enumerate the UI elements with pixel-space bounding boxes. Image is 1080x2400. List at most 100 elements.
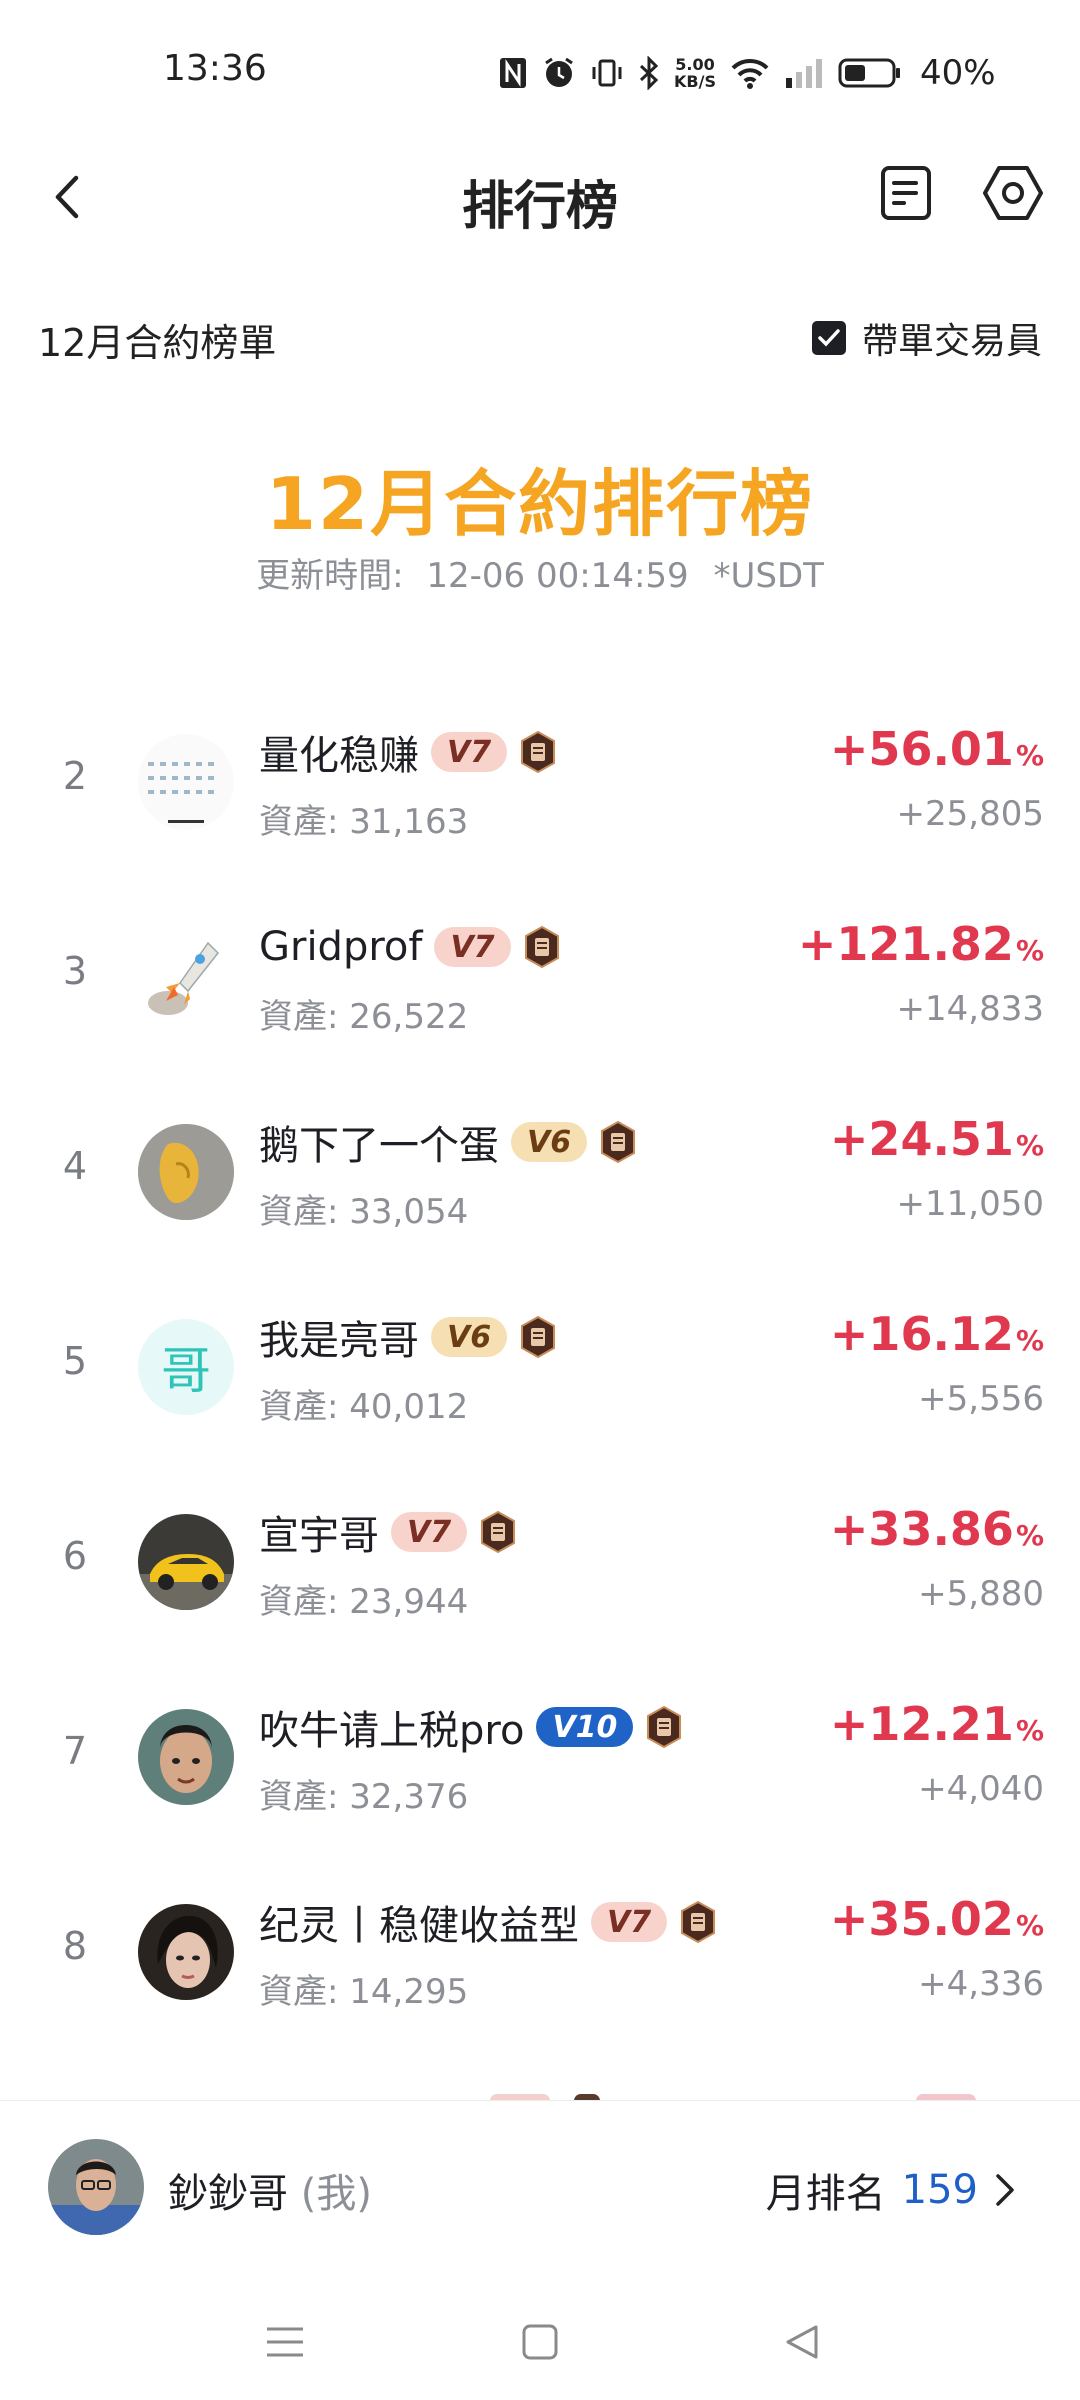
assets-value: 資產: 32,376 [259,1777,469,1817]
update-label: 更新時間: [256,556,404,596]
back-nav-button[interactable] [772,2312,832,2372]
assets-value: 資產: 31,163 [259,802,469,842]
trader-name: 宣宇哥 [259,1513,379,1559]
wifi-icon [730,56,770,90]
update-time-line: 更新時間: 12-06 00:14:59 *USDT [0,548,1080,597]
back-button[interactable] [44,162,90,232]
trader-name-line: 宣宇哥 V7 [259,1504,517,1560]
vip-badge: V7 [391,1512,468,1552]
assets-value: 資產: 26,522 [259,997,469,1037]
system-navigation-bar [0,2290,1080,2400]
trader-medal-icon [599,1120,637,1164]
trader-name-line: 我是亮哥 V6 [259,1309,557,1365]
ranking-row[interactable]: 6 宣宇哥 V7 資產: 23,944 +33.86% +5,880 [0,1464,1080,1659]
rank-number: 5 [62,1339,88,1383]
banner-title: 12月合約排行榜 [265,462,815,546]
trader-medal-icon [679,1900,717,1944]
vip-badge: V7 [434,927,511,967]
profit-value: +25,805 [896,794,1044,834]
profit-value: +4,336 [918,1964,1044,2004]
roi-value: +121.82% [797,917,1044,971]
checkbox-checked-icon[interactable] [811,321,846,355]
ranking-list: 2 量化稳赚 V7 資產: 31,163 +56.01% +25,805 3 G… [0,684,1080,2049]
settings-button[interactable] [980,158,1046,228]
status-bar: 13:36 5.00 KB/S 40% [0,0,1080,140]
bluetooth-icon [638,56,660,90]
trader-medal-icon [479,1510,517,1554]
trader-name: 量化稳赚 [259,733,419,779]
vip-badge: V7 [431,732,508,772]
rank-number: 3 [62,949,88,993]
avatar-initial: 哥 [161,1342,211,1400]
vip-badge: V10 [536,1707,634,1747]
trader-name: 纪灵丨稳健收益型 [259,1903,579,1949]
trader-name-line: Gridprof V7 [259,919,561,975]
my-monthly-rank[interactable]: 月排名 159 [766,2161,1016,2219]
document-icon [881,166,931,220]
avatar [138,1709,234,1805]
status-time: 13:36 [163,48,267,89]
assets-value: 資產: 33,054 [259,1192,469,1232]
vibrate-icon [590,56,624,90]
ranking-row[interactable]: 5 哥 我是亮哥 V6 資產: 40,012 +16.12% +5,556 [0,1269,1080,1464]
trader-name-line: 纪灵丨稳健收益型 V7 [259,1894,717,1950]
board-name: 12月合約榜單 [38,321,277,365]
my-rank-bar[interactable]: 鈔鈔哥 (我) 月排名 159 [0,2100,1080,2273]
roi-value: +35.02% [829,1892,1044,1946]
trader-medal-icon [645,1705,683,1749]
nfc-icon [498,56,528,90]
home-nav-button[interactable] [510,2312,570,2372]
profit-value: +4,040 [918,1769,1044,1809]
signal-icon [784,56,824,90]
profit-value: +5,880 [918,1574,1044,1614]
currency-unit: *USDT [713,556,824,596]
rank-number: 8 [62,1924,88,1968]
settings-icon [983,166,1043,220]
monthly-rank-label: 月排名 [765,2171,886,2217]
assets-value: 資產: 14,295 [259,1972,469,2012]
chevron-left-icon [55,175,79,219]
copy-trader-filter[interactable]: 帶單交易員 [811,312,1042,364]
rank-number: 2 [62,754,88,798]
trader-name: Gridprof [259,924,423,970]
vip-badge: V6 [431,1317,508,1357]
ranking-row[interactable]: 3 Gridprof V7 資產: 26,522 +121.82% +14,83… [0,879,1080,1074]
chevron-right-icon [996,2174,1014,2206]
roi-value: +12.21% [829,1697,1044,1751]
menu-nav-button[interactable] [255,2312,315,2372]
copy-trader-label: 帶單交易員 [861,321,1042,362]
avatar [138,929,234,1025]
ranking-row[interactable]: 8 纪灵丨稳健收益型 V7 資產: 14,295 +35.02% +4,336 [0,1854,1080,2049]
status-icons: 5.00 KB/S 40% [498,50,996,96]
me-tag: (我) [300,2171,372,2217]
rank-number: 6 [62,1534,88,1578]
assets-value: 資產: 23,944 [259,1582,469,1622]
back-triangle-icon [786,2325,818,2359]
roi-value: +33.86% [829,1502,1044,1556]
my-name: 鈔鈔哥 (我) [168,2161,372,2219]
net-speed: 5.00 KB/S [674,55,716,91]
trader-name: 我是亮哥 [259,1318,419,1364]
rules-button[interactable] [876,158,936,228]
avatar: 哥 [138,1319,234,1415]
alarm-icon [542,56,576,90]
roi-value: +16.12% [829,1307,1044,1361]
trader-medal-icon [523,925,561,969]
monthly-rank-value: 159 [901,2167,978,2213]
ranking-row[interactable]: 2 量化稳赚 V7 資產: 31,163 +56.01% +25,805 [0,684,1080,879]
profit-value: +11,050 [896,1184,1044,1224]
home-square-icon [522,2324,558,2360]
vip-badge: V6 [511,1122,588,1162]
avatar [138,1904,234,2000]
vip-badge: V7 [591,1902,668,1942]
ranking-row[interactable]: 7 吹牛请上税pro V10 資產: 32,376 +12.21% +4,040 [0,1659,1080,1854]
trader-name-line: 鹅下了一个蛋 V6 [259,1114,637,1170]
rank-number: 7 [62,1729,88,1773]
avatar [138,1514,234,1610]
trader-name: 鹅下了一个蛋 [259,1123,499,1169]
ranking-row[interactable]: 4 鹅下了一个蛋 V6 資產: 33,054 +24.51% +11,050 [0,1074,1080,1269]
profit-value: +14,833 [896,989,1044,1029]
trader-name: 吹牛请上税pro [259,1708,525,1754]
roi-value: +24.51% [829,1112,1044,1166]
profit-value: +5,556 [918,1379,1044,1419]
